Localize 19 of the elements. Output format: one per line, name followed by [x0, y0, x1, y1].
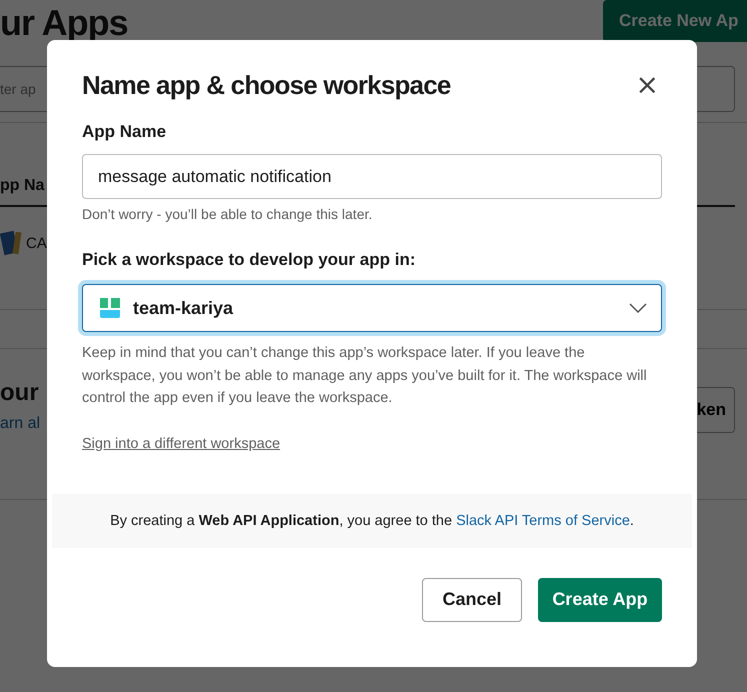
workspace-icon	[97, 295, 123, 321]
close-button[interactable]: ×	[632, 71, 663, 99]
cancel-button[interactable]: Cancel	[422, 578, 522, 622]
chevron-down-icon	[629, 303, 647, 313]
field-hint: Don’t worry - you’ll be able to change this later.	[82, 206, 372, 222]
page-title: ur Apps	[0, 2, 128, 44]
app-name[interactable]: CA	[26, 234, 47, 252]
section-title: our	[0, 379, 40, 407]
field-label: App Name	[82, 122, 166, 142]
terms-text: By creating a Web API Application, you agree to the Slack API Terms of Service.	[110, 512, 634, 528]
terms-link[interactable]: Slack API Terms of Service	[456, 512, 630, 528]
workspace-note: Keep in mind that you can’t change this app’s workspace later. If you leave the workspace, you won’t be able to manage any apps you’ve built for it. The workspace will control the app even if you leave the workspace.	[82, 344, 648, 408]
book-icon	[0, 228, 24, 258]
field-label: Pick a workspace to develop your app in:	[82, 250, 416, 270]
sign-in-link[interactable]: Sign into a different workspace	[82, 436, 280, 452]
column-header: pp Na	[0, 177, 44, 194]
app-name-field[interactable]: message automatic notification	[82, 154, 662, 199]
dialog-title: Name app & choose workspace	[82, 70, 451, 100]
create-app-button[interactable]: Create App	[538, 578, 662, 622]
